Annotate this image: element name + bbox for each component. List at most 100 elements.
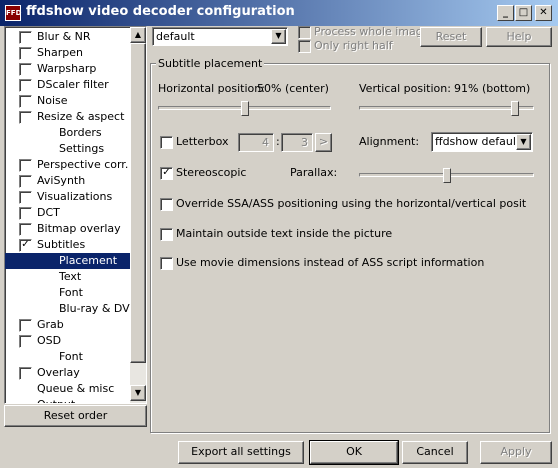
tree-item[interactable]: Blu-ray & DVD <box>5 301 138 317</box>
ok-button[interactable]: OK <box>309 440 399 465</box>
letterbox-apply-button[interactable]: > <box>315 133 332 152</box>
vertical-position-slider[interactable] <box>510 101 519 116</box>
tree-item[interactable]: Settings <box>5 141 130 157</box>
tree-item[interactable]: Borders <box>5 125 130 141</box>
tree-item[interactable]: DCT <box>5 205 130 221</box>
letterbox-checkbox[interactable] <box>160 136 173 149</box>
maintain-inside-label: Maintain outside text inside the picture <box>176 227 393 240</box>
apply-button[interactable]: Apply <box>480 441 552 464</box>
letterbox-colon: : <box>276 135 280 148</box>
window-title: ffdshow video decoder configuration <box>26 4 295 19</box>
movie-dimensions-checkbox[interactable] <box>160 257 173 270</box>
vertical-position-label: Vertical position: <box>359 82 451 95</box>
alignment-select[interactable]: ffdshow default ▼ <box>431 132 533 152</box>
tree-item-checkbox[interactable] <box>19 63 32 76</box>
tree-item[interactable]: Grab <box>5 317 130 333</box>
tree-item-label: Bitmap overlay <box>37 222 121 235</box>
tree-item-checkbox[interactable] <box>19 95 32 108</box>
reset-button[interactable]: Reset <box>420 27 482 47</box>
tree-item-checkbox[interactable] <box>19 223 32 236</box>
tree-item-checkbox[interactable] <box>19 207 32 220</box>
tree-item-checkbox[interactable] <box>19 111 32 124</box>
tree-item-checkbox[interactable] <box>19 191 32 204</box>
tree-item-checkbox[interactable] <box>19 47 32 60</box>
filter-tree[interactable]: Blur & NR Sharpen Warpsharp DScaler filter N… <box>4 26 147 404</box>
tree-item-label: DCT <box>37 206 60 219</box>
scroll-up-button[interactable]: ▲ <box>130 27 146 43</box>
tree-item[interactable]: Visualizations <box>5 189 130 205</box>
alignment-label: Alignment: <box>359 135 420 148</box>
tree-item-checkbox[interactable] <box>19 319 32 332</box>
tree-item-checkbox[interactable] <box>19 367 32 380</box>
tree-item[interactable]: OSD <box>5 333 130 349</box>
tree-item-checkbox[interactable]: ✓ <box>19 239 32 252</box>
tree-item-label: Settings <box>59 142 105 155</box>
movie-dimensions-label: Use movie dimensions instead of ASS scri… <box>176 256 485 269</box>
tree-item[interactable]: Sharpen <box>5 45 130 61</box>
reset-order-button[interactable]: Reset order <box>4 405 147 427</box>
parallax-slider[interactable] <box>442 168 451 183</box>
only-right-half-checkbox[interactable] <box>298 40 311 53</box>
close-button[interactable]: ✕ <box>535 5 552 21</box>
preset-value: default <box>156 30 195 43</box>
maximize-button[interactable]: □ <box>515 5 532 21</box>
process-whole-image-label: Process whole image <box>314 25 430 38</box>
tree-item-label: Subtitles <box>37 238 86 251</box>
chevron-down-icon[interactable]: ▼ <box>516 134 531 150</box>
tree-item[interactable]: Blur & NR <box>5 29 130 45</box>
tree-item-label: Placement <box>59 254 118 267</box>
tree-item-checkbox[interactable] <box>19 159 32 172</box>
chevron-down-icon[interactable]: ▼ <box>271 29 286 44</box>
tree-item-label: Text <box>59 270 82 283</box>
tree-item-label: Blu-ray & DVD <box>59 302 139 315</box>
tree-item[interactable]: Overlay <box>5 365 130 381</box>
help-button[interactable]: Help <box>486 27 552 47</box>
tree-item[interactable]: Output <box>5 397 130 403</box>
tree-item[interactable]: AviSynth <box>5 173 130 189</box>
tree-item-checkbox[interactable] <box>19 79 32 92</box>
tree-item[interactable]: ✓ Subtitles <box>5 237 130 253</box>
preset-select[interactable]: default ▼ <box>152 27 288 46</box>
stereoscopic-checkbox[interactable]: ✓ <box>160 167 173 180</box>
tree-item-label: Noise <box>37 94 68 107</box>
override-positioning-checkbox[interactable] <box>160 198 173 211</box>
tree-item[interactable]: Placement <box>5 253 130 269</box>
process-whole-image-checkbox[interactable] <box>298 26 311 39</box>
letterbox-width-field[interactable]: 4 <box>238 133 274 152</box>
tree-item-label: Visualizations <box>37 190 113 203</box>
scroll-thumb[interactable] <box>130 43 146 363</box>
tree-item[interactable]: Queue & misc <box>5 381 130 397</box>
export-settings-button[interactable]: Export all settings <box>178 441 304 464</box>
tree-item[interactable]: Perspective corr. <box>5 157 130 173</box>
tree-scrollbar[interactable]: ▲ ▼ <box>130 27 146 403</box>
tree-item-checkbox[interactable] <box>19 31 32 44</box>
tree-item-label: AviSynth <box>37 174 86 187</box>
tree-item-checkbox[interactable] <box>19 175 32 188</box>
tree-item-label: Font <box>59 286 83 299</box>
stereoscopic-label: Stereoscopic <box>176 166 247 179</box>
tree-item-checkbox[interactable] <box>19 335 32 348</box>
letterbox-height-field[interactable]: 3 <box>281 133 313 152</box>
tree-item[interactable]: Warpsharp <box>5 61 130 77</box>
tree-item-label: Font <box>59 350 83 363</box>
maintain-inside-checkbox[interactable] <box>160 228 173 241</box>
tree-item[interactable]: Text <box>5 269 130 285</box>
tree-item-label: OSD <box>37 334 62 347</box>
cancel-button[interactable]: Cancel <box>402 441 468 464</box>
vertical-slider-track <box>359 106 534 110</box>
tree-item-label: Blur & NR <box>37 30 91 43</box>
minimize-button[interactable]: _ <box>497 5 514 21</box>
tree-item[interactable]: Font <box>5 285 130 301</box>
horizontal-position-label: Horizontal position: <box>158 82 265 95</box>
vertical-position-value: 91% (bottom) <box>454 82 531 95</box>
tree-item[interactable]: Bitmap overlay <box>5 221 130 237</box>
tree-item[interactable]: Font <box>5 349 130 365</box>
override-positioning-label: Override SSA/ASS positioning using the h… <box>176 197 526 210</box>
tree-item[interactable]: Resize & aspect <box>5 109 130 125</box>
tree-item-label: Borders <box>59 126 102 139</box>
scroll-down-button[interactable]: ▼ <box>130 385 146 401</box>
horizontal-position-slider[interactable] <box>240 101 249 116</box>
tree-item-label: Resize & aspect <box>37 110 125 123</box>
tree-item[interactable]: DScaler filter <box>5 77 130 93</box>
tree-item[interactable]: Noise <box>5 93 130 109</box>
